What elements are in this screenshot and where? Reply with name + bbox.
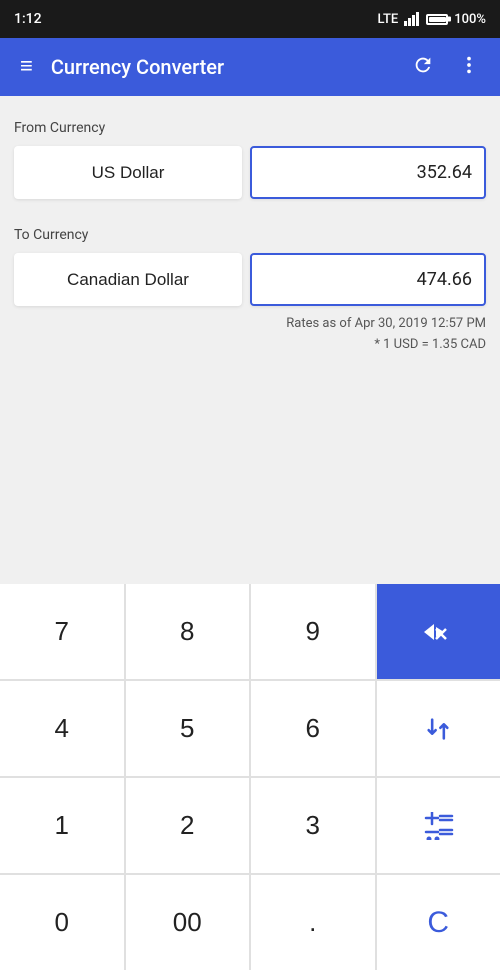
battery-icon: [426, 14, 448, 25]
more-options-button[interactable]: [448, 46, 490, 89]
rates-line2: * 1 USD = 1.35 CAD: [14, 335, 486, 356]
key-6[interactable]: 6: [251, 681, 375, 776]
network-indicator: LTE: [378, 12, 399, 27]
to-currency-name-button[interactable]: Canadian Dollar: [14, 253, 242, 306]
key-2[interactable]: 2: [126, 778, 250, 873]
refresh-icon: [412, 54, 434, 76]
menu-icon[interactable]: ≡: [10, 46, 43, 88]
from-currency-section: From Currency US Dollar 352.64: [14, 120, 486, 199]
key-7[interactable]: 7: [0, 584, 124, 679]
key-backspace[interactable]: [377, 584, 500, 679]
key-operations[interactable]: [377, 778, 500, 873]
rates-info: Rates as of Apr 30, 2019 12:57 PM * 1 US…: [14, 314, 486, 356]
status-right: LTE 100%: [378, 12, 486, 27]
key-swap[interactable]: [377, 681, 500, 776]
app-title: Currency Converter: [43, 55, 402, 79]
to-currency-label: To Currency: [14, 227, 486, 243]
more-icon: [458, 54, 480, 76]
to-currency-value: 474.66: [250, 253, 486, 306]
key-1[interactable]: 1: [0, 778, 124, 873]
key-5[interactable]: 5: [126, 681, 250, 776]
to-currency-row: Canadian Dollar 474.66: [14, 253, 486, 306]
key-0[interactable]: 0: [0, 875, 124, 970]
key-3[interactable]: 3: [251, 778, 375, 873]
status-time: 1:12: [14, 11, 42, 27]
to-currency-section: To Currency Canadian Dollar 474.66 Rates…: [14, 227, 486, 356]
signal-icon: [404, 12, 420, 26]
key-9[interactable]: 9: [251, 584, 375, 679]
rates-line1: Rates as of Apr 30, 2019 12:57 PM: [14, 314, 486, 335]
status-bar: 1:12 LTE 100%: [0, 0, 500, 38]
operations-icon: [422, 812, 454, 840]
key-4[interactable]: 4: [0, 681, 124, 776]
toolbar: ≡ Currency Converter: [0, 38, 500, 96]
from-currency-label: From Currency: [14, 120, 486, 136]
battery-percent: 100%: [454, 12, 486, 27]
from-currency-value: 352.64: [250, 146, 486, 199]
keypad: 7 8 9 4 5 6 1 2 3 0 00 .: [0, 584, 500, 970]
from-currency-name-button[interactable]: US Dollar: [14, 146, 242, 199]
key-clear[interactable]: C: [377, 875, 500, 970]
toolbar-actions: [402, 46, 490, 89]
key-decimal[interactable]: .: [251, 875, 375, 970]
main-content: From Currency US Dollar 352.64 To Curren…: [0, 96, 500, 574]
key-8[interactable]: 8: [126, 584, 250, 679]
backspace-icon: [422, 620, 454, 644]
swap-icon: [424, 715, 452, 743]
from-currency-row: US Dollar 352.64: [14, 146, 486, 199]
key-00[interactable]: 00: [126, 875, 250, 970]
refresh-button[interactable]: [402, 46, 444, 89]
